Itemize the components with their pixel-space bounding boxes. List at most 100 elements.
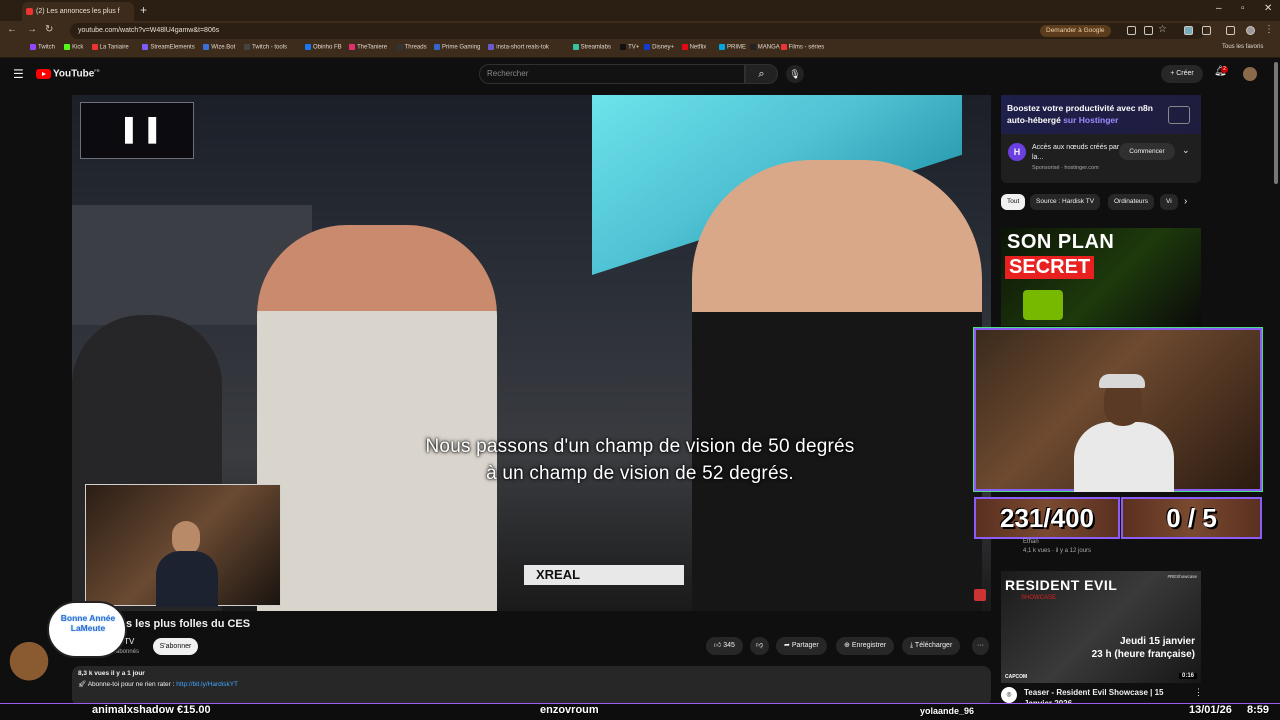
bookmark-label: Streamlabs bbox=[580, 44, 611, 51]
url-field[interactable]: youtube.com/watch?v=W48lU4gamw&t=806s bbox=[70, 23, 1205, 39]
search-input[interactable]: Rechercher bbox=[479, 64, 745, 84]
recommended-thumbnail-2[interactable]: RESIDENT EVIL SHOWCASE #REShowcase Jeudi… bbox=[1001, 571, 1201, 683]
capcom-channel-avatar[interactable]: ◎ bbox=[1001, 687, 1017, 703]
extension-icon[interactable] bbox=[1184, 26, 1193, 35]
bookmark-item[interactable]: TheTaniere bbox=[349, 44, 387, 51]
bookmark-favicon-icon bbox=[64, 44, 71, 50]
chip-source[interactable]: Source : Hardisk TV bbox=[1030, 194, 1101, 210]
bookmark-item[interactable]: Streamlabs bbox=[572, 44, 611, 51]
thumbs-up-icon: 👍︎ bbox=[714, 642, 724, 649]
bookmark-item[interactable]: Wize.Bot bbox=[203, 44, 235, 51]
forward-icon[interactable]: → bbox=[27, 24, 37, 35]
chip-more[interactable]: Vi bbox=[1160, 194, 1178, 210]
bookmark-label: TV+ bbox=[628, 44, 640, 51]
new-tab-button[interactable]: + bbox=[140, 3, 147, 17]
bookmark-item[interactable]: Kick bbox=[64, 44, 83, 51]
ad-sponsored-label: Sponsorisé · hostinger.com bbox=[1032, 165, 1099, 171]
subtitle-line-1: Nous passons d'un champ de vision de 50 … bbox=[425, 436, 855, 457]
bookmark-favicon-icon bbox=[349, 44, 356, 50]
more-dots-icon: ··· bbox=[977, 642, 984, 649]
ask-google-button[interactable]: Demander à Google bbox=[1040, 25, 1111, 37]
subgoal-counter: 231/400 bbox=[974, 497, 1120, 539]
subscribe-button[interactable]: S'abonner bbox=[153, 638, 198, 655]
page-scrollbar[interactable] bbox=[1274, 62, 1278, 184]
extensions-puzzle-icon[interactable] bbox=[1202, 26, 1211, 35]
reload-icon[interactable]: ↻ bbox=[45, 24, 53, 35]
download-button[interactable]: ⤓ Télécharger bbox=[902, 637, 961, 655]
save-button[interactable]: ⊕ Enregistrer bbox=[836, 637, 895, 655]
description-link[interactable]: http://bit.ly/HardiskYT bbox=[176, 681, 238, 688]
bookmark-favicon-icon bbox=[142, 44, 149, 50]
account-avatar[interactable] bbox=[1243, 67, 1257, 81]
bookmark-label: Kick bbox=[72, 44, 84, 51]
bookmark-label: Wize.Bot bbox=[211, 44, 236, 51]
menu-dots-icon[interactable]: ⋮ bbox=[1264, 24, 1274, 35]
eye-off-icon[interactable] bbox=[1144, 26, 1153, 35]
bookmark-item[interactable]: Disney+ bbox=[644, 44, 674, 51]
close-window-icon[interactable]: ✕ bbox=[1264, 3, 1272, 14]
dislike-button[interactable]: 👎︎ bbox=[750, 637, 770, 655]
chevron-down-icon[interactable]: ⌄ bbox=[1182, 145, 1190, 156]
bookmark-item[interactable]: StreamElements bbox=[142, 44, 195, 51]
bookmark-label: Threads bbox=[404, 44, 427, 51]
back-icon[interactable]: ← bbox=[7, 24, 17, 35]
bookmark-item[interactable]: TV+ bbox=[620, 44, 639, 51]
bookmark-item[interactable]: Prime Gaming bbox=[434, 44, 480, 51]
bookmark-item[interactable]: insta-short reals-tok bbox=[488, 44, 549, 51]
sidebar-icon[interactable] bbox=[1226, 26, 1235, 35]
speech-bubble: Bonne Année LaMeute bbox=[47, 601, 127, 658]
search-button[interactable]: ⌕ bbox=[745, 64, 778, 84]
bookmark-label: TheTaniere bbox=[357, 44, 388, 51]
cast-icon[interactable] bbox=[1127, 26, 1136, 35]
minimize-icon[interactable]: – bbox=[1216, 3, 1222, 14]
chevron-right-icon[interactable]: › bbox=[1184, 196, 1187, 207]
like-count: 345 bbox=[723, 642, 735, 649]
profile-icon[interactable] bbox=[1246, 26, 1255, 35]
bookmark-item[interactable]: Obinho FB bbox=[304, 44, 342, 51]
bookmark-item[interactable]: Twitch bbox=[30, 44, 55, 51]
chip-all[interactable]: Tout bbox=[1001, 194, 1026, 210]
description-text: Abonne-toi pour ne rien rater : bbox=[87, 681, 177, 688]
bookmark-item[interactable]: MANGA bbox=[749, 44, 780, 51]
bookmark-star-icon[interactable]: ☆ bbox=[1158, 24, 1167, 35]
recommended-1-meta: 4,1 k vues · il y a 12 jours bbox=[1023, 548, 1092, 554]
bookmark-label: Prime Gaming bbox=[442, 44, 481, 51]
bookmark-item[interactable]: Netflix bbox=[681, 44, 706, 51]
voice-search-button[interactable]: 🎙︎ bbox=[786, 65, 804, 83]
like-button[interactable]: 👍︎ 345 bbox=[706, 637, 743, 655]
thumbs-down-icon: 👎︎ bbox=[756, 642, 764, 649]
chip-computers[interactable]: Ordinateurs bbox=[1108, 194, 1154, 210]
tab-title: (2) Les annonces les plus f bbox=[36, 8, 120, 15]
streamer-cap bbox=[1099, 374, 1145, 388]
views-date: 8,3 k vues il y a 1 jour bbox=[78, 670, 145, 677]
all-bookmarks-link[interactable]: Tous les favoris bbox=[1222, 44, 1263, 50]
bookmark-favicon-icon bbox=[244, 44, 251, 50]
bookmark-item[interactable]: PRIME bbox=[719, 44, 746, 51]
create-button[interactable]: + Créer bbox=[1161, 65, 1203, 83]
youtube-logo[interactable]: YouTubeFR bbox=[36, 68, 100, 79]
thumb2-date: Jeudi 15 janvier bbox=[1119, 636, 1195, 647]
bookmark-favicon-icon bbox=[749, 44, 756, 50]
more-actions-button[interactable]: ··· bbox=[972, 637, 989, 655]
share-button[interactable]: ➦ Partager bbox=[776, 637, 827, 655]
browser-tab[interactable]: (2) Les annonces les plus f bbox=[22, 2, 134, 21]
ad-cta-button[interactable]: Commencer bbox=[1119, 143, 1175, 160]
bookmark-item[interactable]: La Taniaire bbox=[91, 44, 129, 51]
ticker-follower: enzovroum bbox=[540, 704, 599, 716]
webcam-person-body bbox=[156, 551, 218, 607]
maximize-icon[interactable]: ▫ bbox=[1241, 3, 1245, 14]
recommended-1-channel[interactable]: Ethan bbox=[1023, 539, 1039, 545]
bookmark-item[interactable]: Twitch - tools bbox=[244, 44, 287, 51]
hamburger-menu-icon[interactable]: ☰ bbox=[13, 67, 24, 81]
bookmark-favicon-icon bbox=[304, 44, 311, 50]
recommended-thumbnail-1[interactable]: SON PLAN SECRET bbox=[1001, 228, 1201, 326]
bookmark-item[interactable]: Films - séries bbox=[780, 44, 824, 51]
rocket-icon: 🚀︎ bbox=[78, 681, 88, 688]
channel-watermark: ▌▐ bbox=[80, 102, 194, 159]
bookmark-favicon-icon bbox=[434, 44, 441, 50]
more-options-icon[interactable]: ⋮ bbox=[1194, 687, 1203, 698]
bookmark-label: Disney+ bbox=[652, 44, 674, 51]
player-corner-icon[interactable] bbox=[974, 589, 986, 601]
youtube-favicon-icon bbox=[26, 8, 33, 15]
bookmark-item[interactable]: Threads bbox=[396, 44, 427, 51]
